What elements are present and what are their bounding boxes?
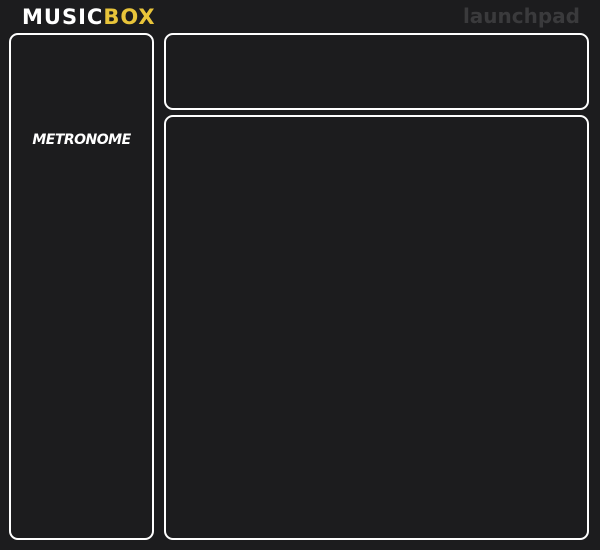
top-panel: [164, 33, 589, 110]
logo-text-accent: BOX: [103, 5, 156, 29]
musicbox-logo: MUSICBOX: [22, 4, 156, 30]
sidebar: METRONOME: [9, 33, 154, 540]
sidebar-item-label: METRONOME: [32, 132, 131, 148]
main-panel: [164, 115, 589, 540]
logo-text-primary: MUSIC: [22, 5, 104, 29]
sidebar-item-metronome[interactable]: METRONOME: [11, 129, 152, 148]
launchpad-brand: launchpad: [462, 4, 580, 28]
app-window: MUSICBOX launchpad METRONOME: [0, 0, 600, 550]
